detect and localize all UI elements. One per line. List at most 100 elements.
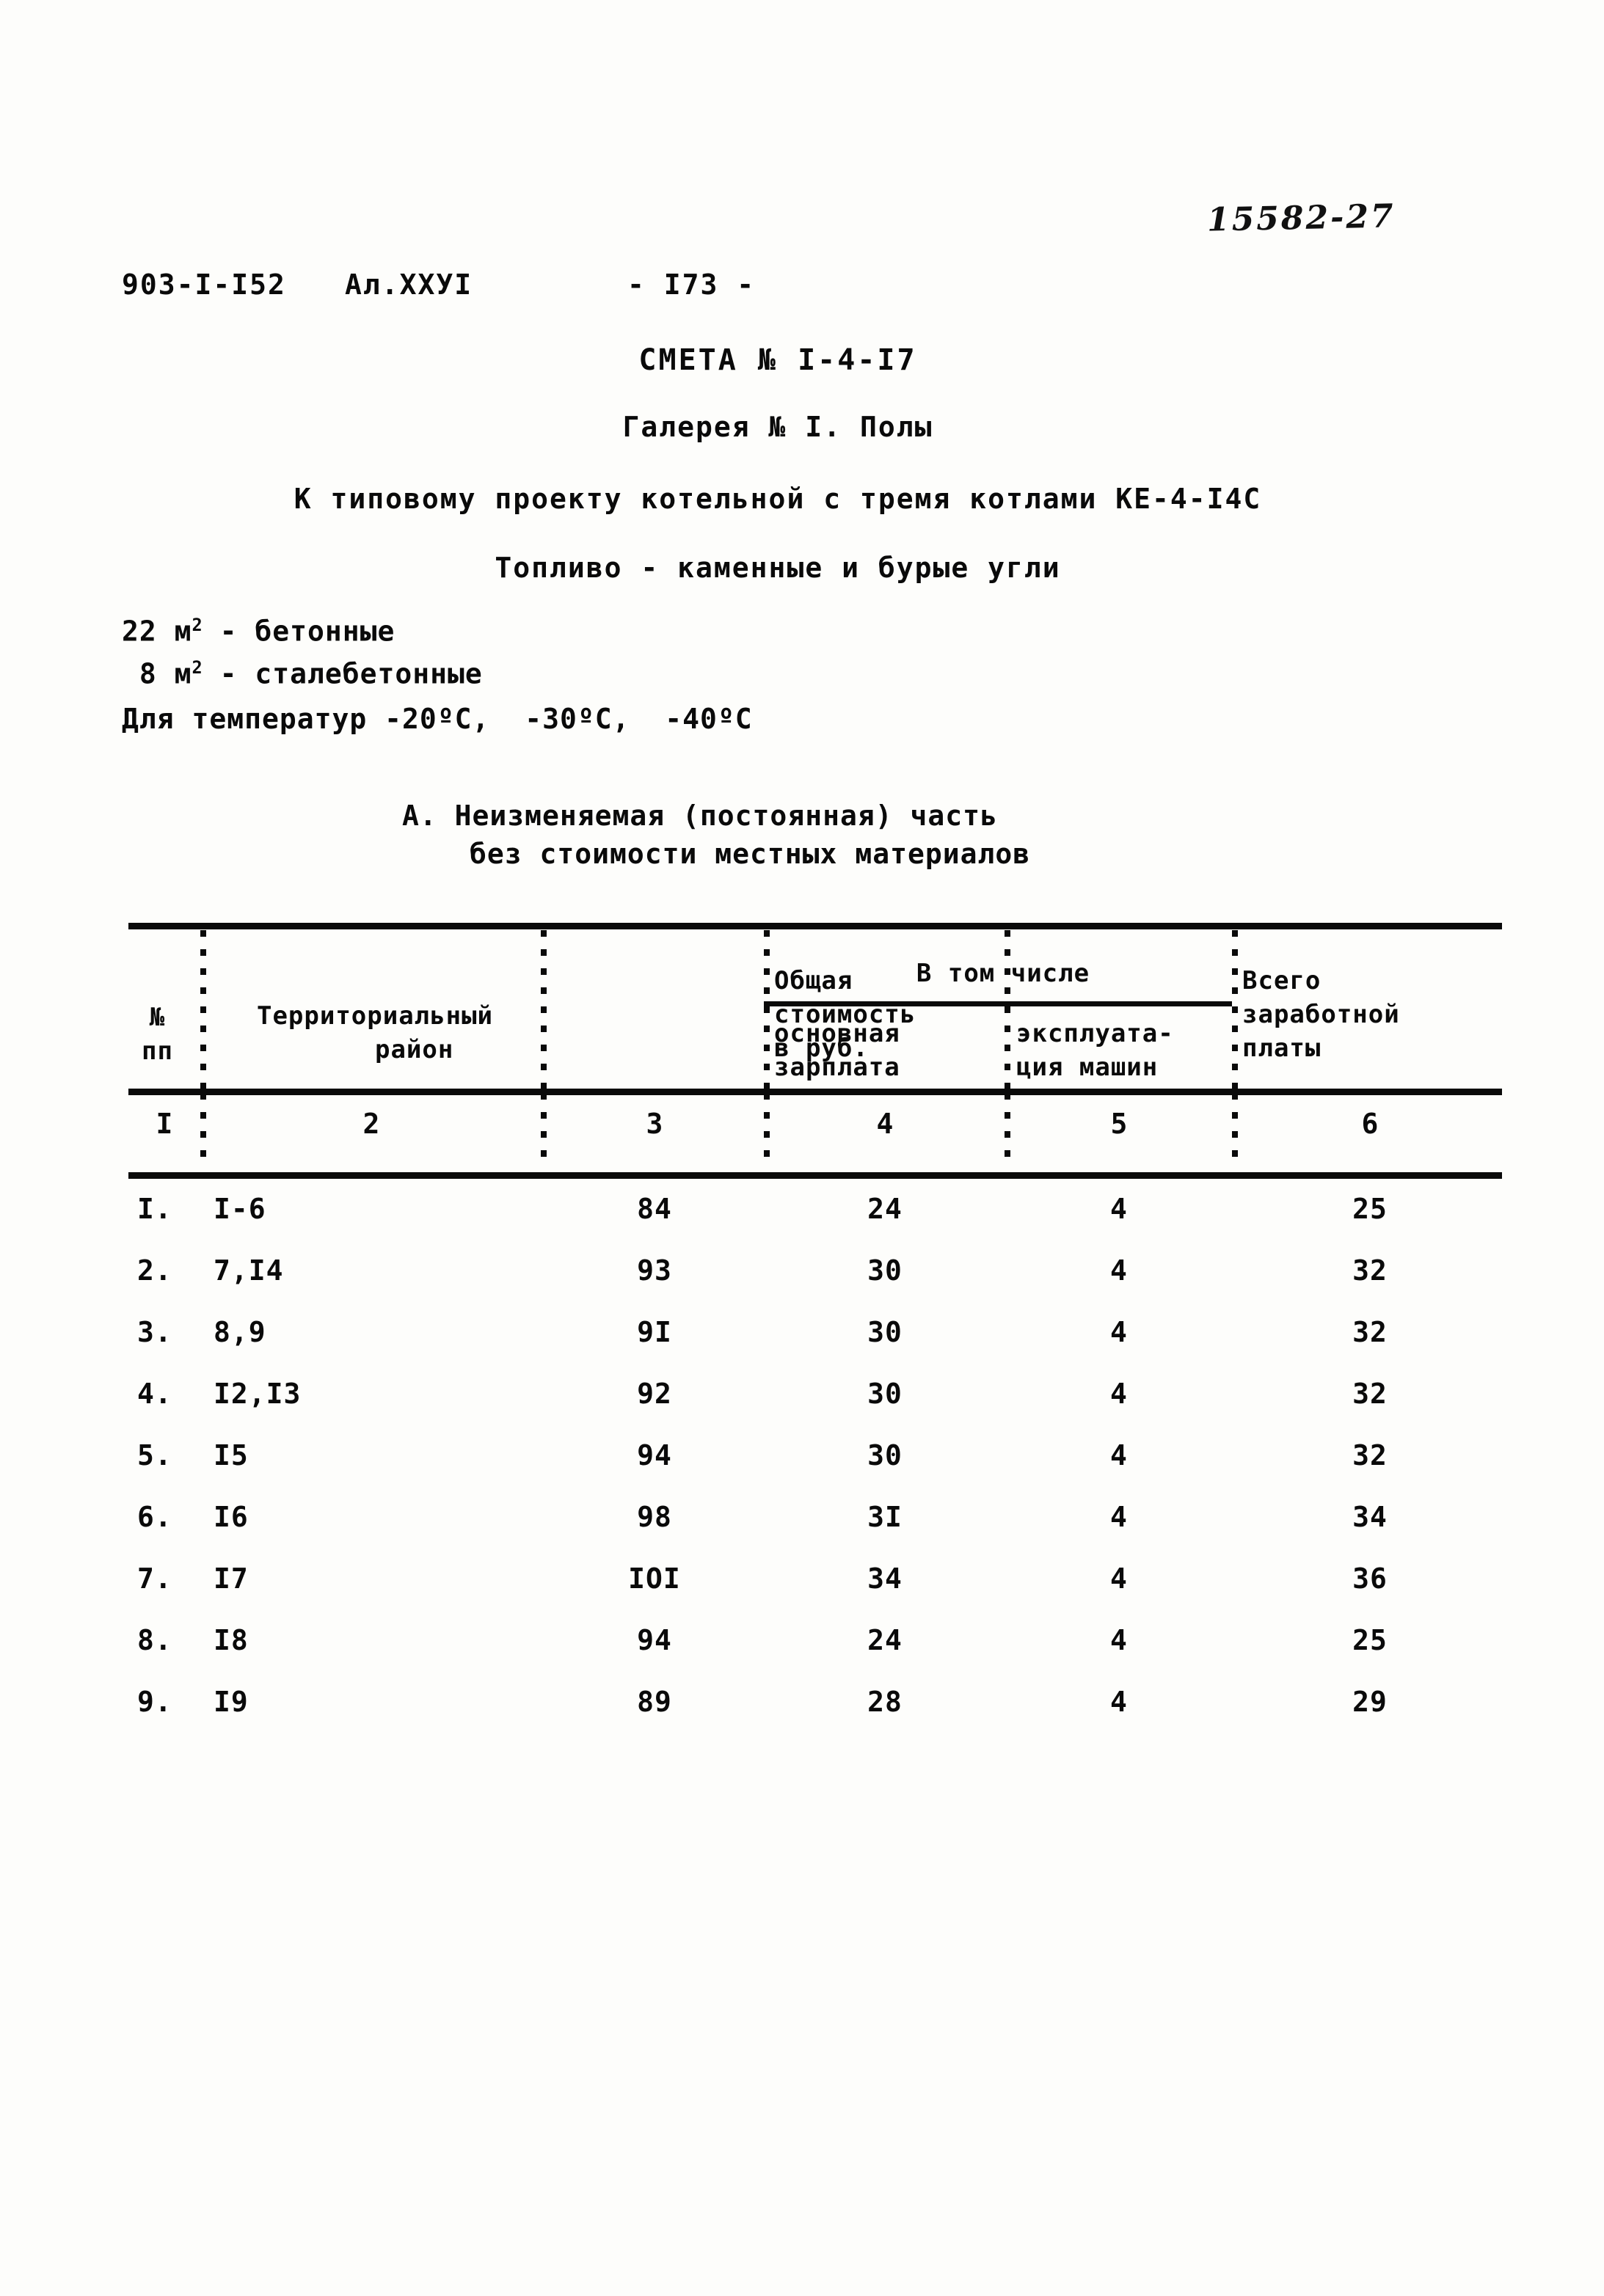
row-basic-wage: 30 [867, 1378, 903, 1410]
row-machine-operation: 4 [1110, 1624, 1128, 1656]
document-page: 15582-27 903-I-I52 Ал.XXУI - I73 - СМЕТА… [0, 0, 1604, 2296]
numrow-separator-2 [541, 1093, 547, 1169]
column-number-5: 5 [1110, 1108, 1128, 1140]
row-total-cost: 94 [637, 1439, 672, 1471]
column-separator-5 [1232, 930, 1238, 1089]
row-total-cost: 9I [637, 1316, 672, 1348]
row-total-wages: 32 [1352, 1439, 1388, 1471]
estimate-table: № пп Территориальный район Общая стоимос… [128, 923, 1502, 1796]
area-concrete-value: 22 [122, 615, 157, 648]
area-steel-unit: м [174, 657, 192, 690]
row-territorial-region: I5 [214, 1439, 249, 1471]
table-row: 6. I6 98 3I 4 34 [128, 1501, 1502, 1562]
table-row: 5. I5 94 30 4 32 [128, 1439, 1502, 1501]
row-total-wages: 32 [1352, 1254, 1388, 1287]
row-basic-wage: 34 [867, 1562, 903, 1595]
column-number-1: I [156, 1108, 173, 1140]
header-basic-wage: основная зарплата [774, 1019, 900, 1082]
row-total-cost: 94 [637, 1624, 672, 1656]
area-concrete-exponent: 2 [192, 615, 203, 635]
row-territorial-region: I9 [214, 1686, 249, 1718]
row-machine-operation: 4 [1110, 1378, 1128, 1410]
row-total-cost: IOI [628, 1562, 681, 1595]
column-number-6: 6 [1361, 1108, 1379, 1140]
table-rule-top [128, 923, 1502, 929]
table-row: 9. I9 89 28 4 29 [128, 1686, 1502, 1747]
row-territorial-region: 7,I4 [214, 1254, 284, 1287]
area-steel-value: 8 [122, 657, 157, 690]
row-total-cost: 84 [637, 1193, 672, 1225]
page-number: - I73 - [627, 268, 756, 301]
estimate-title: СМЕТА № I-4-I7 [638, 343, 917, 377]
row-basic-wage: 30 [867, 1254, 903, 1287]
column-separator-2 [541, 930, 547, 1089]
album-code: Ал.XXУI [345, 268, 473, 301]
handwritten-archive-number: 15582-27 [1206, 197, 1396, 239]
table-row: 8. I8 94 24 4 25 [128, 1624, 1502, 1686]
row-total-wages: 32 [1352, 1316, 1388, 1348]
row-machine-operation: 4 [1110, 1439, 1128, 1471]
numrow-separator-3 [764, 1093, 770, 1169]
column-number-3: 3 [646, 1108, 663, 1140]
row-machine-operation: 4 [1110, 1686, 1128, 1718]
area-concrete-line: 22 м2 - бетонные [122, 615, 395, 648]
row-index: I. [137, 1193, 172, 1225]
area-steel-label: - сталебетонные [202, 657, 483, 690]
row-basic-wage: 24 [867, 1193, 903, 1225]
area-steel-line: 8 м2 - сталебетонные [122, 657, 483, 690]
table-body: I. I-6 84 24 4 25 2. 7,I4 93 30 4 32 3. 8,9 9I 30 4 32 4. I… [128, 1193, 1502, 1747]
row-basic-wage: 28 [867, 1686, 903, 1718]
row-index: 3. [137, 1316, 172, 1348]
row-index: 4. [137, 1378, 172, 1410]
row-basic-wage: 24 [867, 1624, 903, 1656]
row-machine-operation: 4 [1110, 1193, 1128, 1225]
section-a-heading: А. Неизменяемая (постоянная) часть [402, 800, 998, 832]
row-territorial-region: I7 [214, 1562, 249, 1595]
header-total-wages: Всего заработной платы [1242, 966, 1400, 1063]
row-index: 5. [137, 1439, 172, 1471]
row-total-wages: 36 [1352, 1562, 1388, 1595]
row-index: 7. [137, 1562, 172, 1595]
column-separator-1 [200, 930, 206, 1089]
row-total-wages: 29 [1352, 1686, 1388, 1718]
row-basic-wage: 3I [867, 1501, 903, 1533]
numrow-separator-1 [200, 1093, 206, 1169]
table-rule-bottom [128, 1172, 1502, 1179]
header-group-of-which: В том числе [916, 959, 1090, 988]
row-total-wages: 25 [1352, 1624, 1388, 1656]
area-steel-exponent: 2 [192, 657, 203, 678]
header-territorial-region: Территориальный район [256, 1001, 494, 1064]
table-row: I. I-6 84 24 4 25 [128, 1193, 1502, 1254]
row-index: 9. [137, 1686, 172, 1718]
row-territorial-region: I8 [214, 1624, 249, 1656]
area-concrete-label: - бетонные [202, 615, 395, 648]
row-basic-wage: 30 [867, 1316, 903, 1348]
table-row: 4. I2,I3 92 30 4 32 [128, 1378, 1502, 1439]
fuel-type-line: Топливо - каменные и бурые угли [495, 552, 1061, 584]
table-row: 7. I7 IOI 34 4 36 [128, 1562, 1502, 1624]
row-machine-operation: 4 [1110, 1562, 1128, 1595]
row-total-wages: 34 [1352, 1501, 1388, 1533]
section-a-subheading: без стоимости местных материалов [470, 838, 1031, 870]
table-row: 2. 7,I4 93 30 4 32 [128, 1254, 1502, 1316]
row-territorial-region: I6 [214, 1501, 249, 1533]
project-reference-line: К типовому проекту котельной с тремя кот… [294, 483, 1262, 515]
header-no: № пп [142, 1003, 173, 1066]
row-total-cost: 93 [637, 1254, 672, 1287]
row-machine-operation: 4 [1110, 1316, 1128, 1348]
column-number-4: 4 [876, 1108, 894, 1140]
column-separator-4 [1005, 930, 1010, 1089]
area-concrete-unit: м [174, 615, 192, 648]
column-separator-3 [764, 930, 770, 1089]
table-rule-mid [128, 1089, 1502, 1095]
row-machine-operation: 4 [1110, 1501, 1128, 1533]
row-index: 2. [137, 1254, 172, 1287]
row-machine-operation: 4 [1110, 1254, 1128, 1287]
table-row: 3. 8,9 9I 30 4 32 [128, 1316, 1502, 1378]
row-territorial-region: I2,I3 [214, 1378, 302, 1410]
numrow-separator-4 [1005, 1093, 1010, 1169]
row-total-cost: 98 [637, 1501, 672, 1533]
row-total-cost: 89 [637, 1686, 672, 1718]
row-territorial-region: I-6 [214, 1193, 266, 1225]
row-total-wages: 32 [1352, 1378, 1388, 1410]
